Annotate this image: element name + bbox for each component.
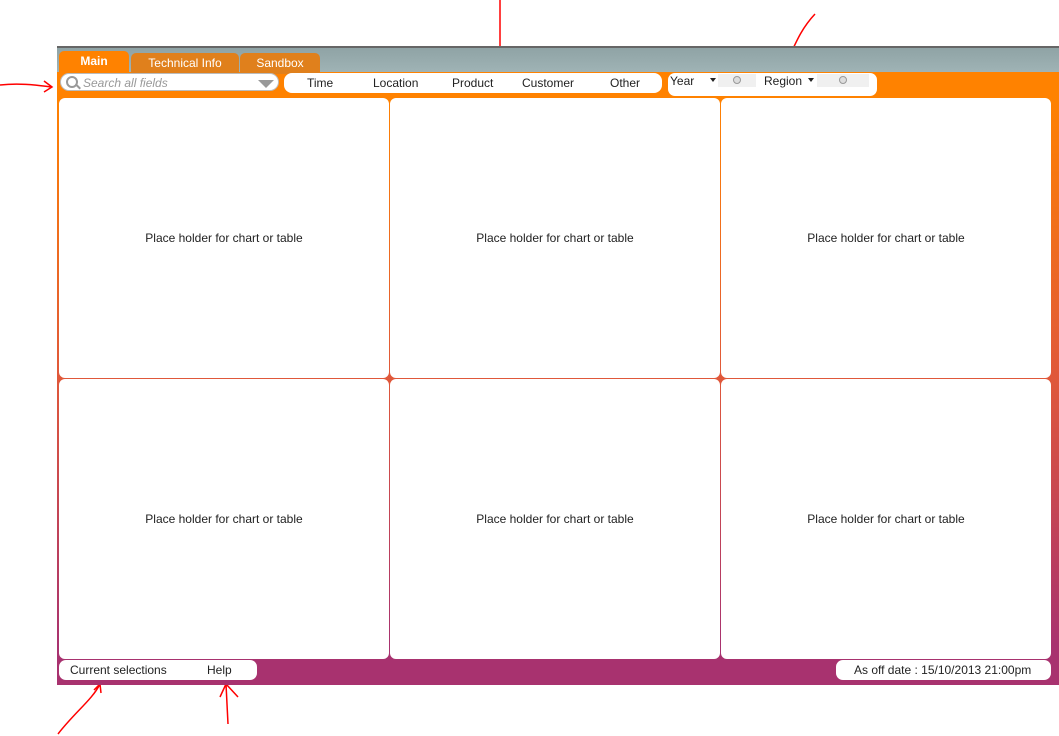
radio-icon <box>839 76 847 84</box>
footer-right: As off date : 15/10/2013 21:00pm <box>836 660 1051 680</box>
dimension-time[interactable]: Time <box>307 76 333 90</box>
help-button[interactable]: Help <box>207 663 232 677</box>
radio-icon <box>733 76 741 84</box>
panel-text: Place holder for chart or table <box>807 512 965 526</box>
app-window: Main Technical Info Sandbox Search all f… <box>57 46 1059 685</box>
dimension-other[interactable]: Other <box>610 76 640 90</box>
region-filter-value[interactable] <box>817 74 869 87</box>
search-placeholder: Search all fields <box>83 76 168 90</box>
panel-text: Place holder for chart or table <box>145 231 303 245</box>
panel-text: Place holder for chart or table <box>807 231 965 245</box>
tab-main[interactable]: Main <box>59 51 129 74</box>
tab-sandbox[interactable]: Sandbox <box>240 53 320 74</box>
region-filter-label[interactable]: Region <box>764 74 802 88</box>
placeholder-panel-4: Place holder for chart or table <box>59 379 389 659</box>
tab-bar: Main Technical Info Sandbox <box>57 46 1059 74</box>
current-selections-button[interactable]: Current selections <box>70 663 167 677</box>
placeholder-panel-6: Place holder for chart or table <box>721 379 1051 659</box>
as-of-date: As off date : 15/10/2013 21:00pm <box>854 663 1032 677</box>
tab-technical-info[interactable]: Technical Info <box>131 53 239 74</box>
placeholder-panel-1: Place holder for chart or table <box>59 98 389 378</box>
placeholder-panel-2: Place holder for chart or table <box>390 98 720 378</box>
filter-bar: Year Region <box>668 73 877 96</box>
dropdown-icon[interactable] <box>258 80 274 88</box>
dimension-product[interactable]: Product <box>452 76 493 90</box>
footer-left: Current selections Help <box>59 660 257 680</box>
dimension-bar: Time Location Product Customer Other <box>284 73 662 93</box>
placeholder-panel-5: Place holder for chart or table <box>390 379 720 659</box>
year-filter-value[interactable] <box>718 74 756 87</box>
panel-text: Place holder for chart or table <box>476 512 634 526</box>
search-icon <box>66 76 78 88</box>
year-dropdown-icon[interactable] <box>710 78 716 82</box>
placeholder-panel-3: Place holder for chart or table <box>721 98 1051 378</box>
search-input[interactable]: Search all fields <box>60 73 279 91</box>
region-dropdown-icon[interactable] <box>808 78 814 82</box>
year-filter-label[interactable]: Year <box>670 74 694 88</box>
dimension-customer[interactable]: Customer <box>522 76 574 90</box>
panel-text: Place holder for chart or table <box>476 231 634 245</box>
dimension-location[interactable]: Location <box>373 76 418 90</box>
panel-text: Place holder for chart or table <box>145 512 303 526</box>
